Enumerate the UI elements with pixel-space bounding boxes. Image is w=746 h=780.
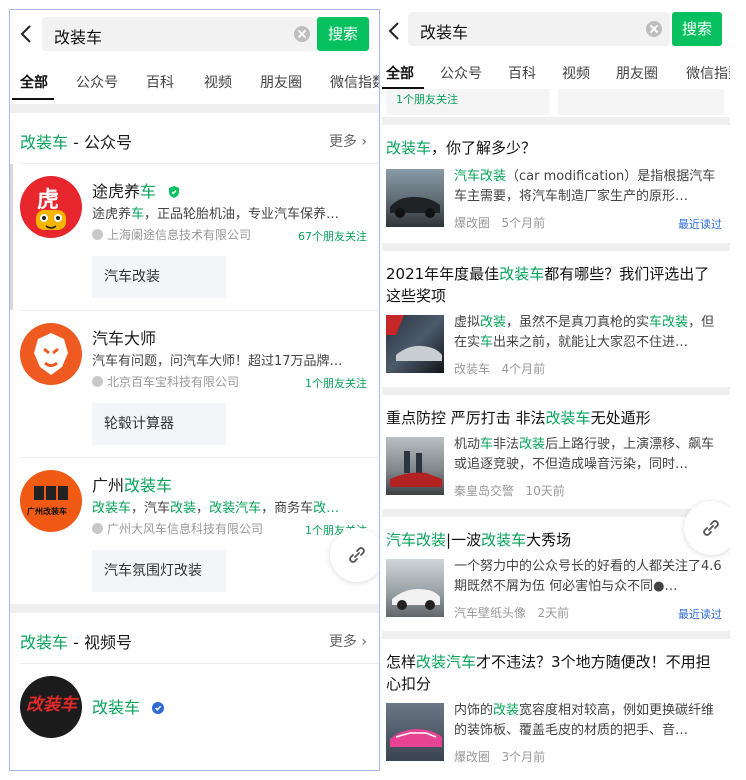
article-summary: 汽车改装（car modification）是指根据汽车车主需要，将汽车制造厂家…	[454, 169, 716, 204]
left-search-panel: 改装车 搜索 全部 公众号 百科 视频 朋友圈 微信指数 改装车 - 公众号 更…	[9, 9, 380, 771]
recently-read-tag: 最近读过	[678, 608, 722, 621]
article-source: 爆改圈 3个月前	[454, 750, 546, 764]
filter-tabs: 全部 公众号 百科 视频 朋友圈 微信指数	[10, 60, 379, 104]
article-source: 汽车壁纸头像 2天前	[454, 606, 570, 620]
recently-read-tag: 最近读过	[678, 218, 722, 231]
filter-tabs: 全部 公众号 百科 视频 朋友圈 微信指数	[382, 51, 730, 89]
verified-blue-icon	[152, 702, 165, 714]
channel-avatar: 改装车	[20, 676, 82, 738]
article-item[interactable]: 重点防控 严厉打击 非法改装车无处遁形 机动车非法改装后上路行驶，上演漂移、飙车…	[382, 395, 730, 509]
article-thumbnail	[386, 559, 444, 617]
article-summary: 一个努力中的公众号长的好看的人都关注了4.6期既然不屑为伍 何必害怕与众不同●…	[454, 559, 722, 594]
tab-all[interactable]: 全部	[20, 72, 48, 92]
verified-org-icon	[92, 376, 103, 387]
back-arrow-icon[interactable]	[16, 22, 38, 46]
friends-following: 1个朋友关注	[305, 377, 367, 390]
article-thumbnail	[386, 437, 444, 495]
gz-modcar-avatar: 广州改装车	[20, 470, 82, 532]
article-title: 改装车，你了解多少？	[386, 139, 537, 157]
article-item[interactable]: 怎样改装汽车才不违法？3个地方随便改！不用担心扣分 内饰的改装宽容度相对较高，例…	[382, 639, 730, 769]
lion-avatar	[20, 323, 82, 385]
friend-strip: 1个朋友关注	[382, 89, 730, 117]
service-chip[interactable]: 轮毂计算器	[92, 403, 226, 445]
section-title: 改装车 - 公众号	[20, 133, 132, 152]
active-tab-indicator	[12, 98, 54, 100]
tuhu-avatar: 虎	[20, 176, 82, 238]
article-source: 改装车 4个月前	[454, 362, 546, 376]
tab-moments[interactable]: 朋友圈	[616, 63, 658, 83]
tab-wechat-index[interactable]: 微信指数	[686, 63, 730, 83]
share-link-button[interactable]	[684, 501, 730, 555]
tab-official-accounts[interactable]: 公众号	[440, 63, 482, 83]
article-title: 汽车改装|一波改装车大秀场	[386, 531, 572, 549]
verified-org-icon	[92, 229, 103, 240]
account-name: 汽车大师	[92, 329, 157, 348]
tab-moments[interactable]: 朋友圈	[260, 72, 302, 92]
tab-encyclopedia[interactable]: 百科	[508, 63, 536, 83]
back-arrow-icon[interactable]	[384, 19, 406, 43]
link-icon	[349, 547, 365, 563]
article-title: 2021年年度最佳改装车都有哪些？我们评选出了这些奖项	[386, 265, 710, 305]
account-organization: 北京百车宝科技有限公司	[92, 373, 239, 390]
account-item[interactable]: 广州改装车 广州改装车 改装车，汽车改装，改装汽车，商务车改… 广州大风车信息科…	[10, 458, 379, 604]
service-chip[interactable]: 汽车改装	[92, 256, 226, 298]
tab-encyclopedia[interactable]: 百科	[146, 72, 174, 92]
clear-icon[interactable]	[646, 21, 662, 37]
search-button[interactable]: 搜索	[317, 17, 369, 51]
article-summary: 机动车非法改装后上路行驶，上演漂移、飙车或追逐竞驶，不但造成噪音污染，同时…	[454, 437, 715, 472]
more-link[interactable]: 更多 ›	[329, 131, 367, 151]
tab-wechat-index[interactable]: 微信指数	[330, 72, 379, 92]
search-query: 改装车	[420, 23, 469, 42]
tab-video[interactable]: 视频	[562, 63, 590, 83]
right-search-panel: 改装车 搜索 全部 公众号 百科 视频 朋友圈 微信指数 1个朋友关注 改装车，…	[382, 9, 730, 771]
strip-card[interactable]	[558, 89, 724, 115]
article-summary: 虚拟改装，虽然不是真刀真枪的实车改装，但在实车出来之前，就能让大家忍不住进…	[454, 315, 715, 350]
account-description: 汽车有问题，问汽车大师！超过17万品牌…	[92, 354, 343, 369]
section-title: 改装车 - 视频号	[20, 633, 132, 652]
link-icon	[703, 520, 719, 536]
verified-org-icon	[92, 523, 103, 534]
account-description: 改装车，汽车改装，改装汽车，商务车改…	[92, 501, 340, 516]
verified-shield-icon	[169, 186, 180, 198]
tab-all[interactable]: 全部	[386, 63, 414, 83]
search-bar: 改装车 搜索	[10, 10, 379, 60]
account-item[interactable]: 虎 途虎养车 途虎养车，正品轮胎机油，专业汽车保养… 上海阑途信息技术有限公司 …	[10, 164, 379, 310]
article-source: 秦皇岛交警 10天前	[454, 484, 565, 498]
account-organization: 广州大风车信息科技有限公司	[92, 520, 263, 537]
service-chip[interactable]: 汽车氛围灯改装	[92, 550, 226, 592]
share-link-button[interactable]	[330, 528, 379, 582]
article-item[interactable]: 2021年年度最佳改装车都有哪些？我们评选出了这些奖项 虚拟改装，虽然不是真刀真…	[382, 251, 730, 387]
chevron-right-icon: ›	[361, 634, 367, 650]
search-bar: 改装车 搜索	[382, 9, 730, 51]
clear-icon[interactable]	[294, 26, 310, 42]
search-query: 改装车	[54, 28, 103, 47]
article-thumbnail	[386, 315, 444, 373]
article-item[interactable]: 汽车改装|一波改装车大秀场 一个努力中的公众号长的好看的人都关注了4.6期既然不…	[382, 517, 730, 631]
article-item[interactable]: 改装车，你了解多少？ 汽车改装（car modification）是指根据汽车车…	[382, 125, 730, 243]
article-thumbnail	[386, 169, 444, 227]
account-item[interactable]: 汽车大师 汽车有问题，问汽车大师！超过17万品牌… 北京百车宝科技有限公司 1个…	[10, 311, 379, 457]
article-summary: 内饰的改装宽容度相对较高，例如更换碳纤维的装饰板、覆盖毛皮的材质的把手、音…	[454, 703, 715, 738]
article-title: 重点防控 严厉打击 非法改装车无处遁形	[386, 409, 651, 427]
search-input[interactable]: 改装车	[408, 12, 670, 46]
account-description: 途虎养车，正品轮胎机油，专业汽车保养…	[92, 207, 340, 222]
chevron-right-icon: ›	[361, 134, 367, 150]
article-title: 怎样改装汽车才不违法？3个地方随便改！不用担心扣分	[386, 653, 711, 693]
account-organization: 上海阑途信息技术有限公司	[92, 226, 251, 243]
channel-item[interactable]: 改装车 改装车	[10, 664, 379, 744]
strip-card[interactable]: 1个朋友关注	[386, 89, 550, 115]
account-name: 广州改装车	[92, 476, 173, 495]
tab-video[interactable]: 视频	[204, 72, 232, 92]
search-button[interactable]: 搜索	[672, 12, 722, 46]
account-name: 途虎养车	[92, 178, 181, 202]
article-thumbnail	[386, 703, 444, 761]
channel-name: 改装车	[92, 694, 165, 718]
channels-section-header: 改装车 - 视频号 更多 ›	[10, 613, 379, 663]
article-source: 爆改圈 5个月前	[454, 216, 546, 230]
more-link[interactable]: 更多 ›	[329, 631, 367, 651]
tab-official-accounts[interactable]: 公众号	[76, 72, 118, 92]
friends-following: 67个朋友关注	[298, 230, 367, 243]
official-accounts-section-header: 改装车 - 公众号 更多 ›	[10, 113, 379, 163]
search-input[interactable]: 改装车	[42, 17, 318, 51]
